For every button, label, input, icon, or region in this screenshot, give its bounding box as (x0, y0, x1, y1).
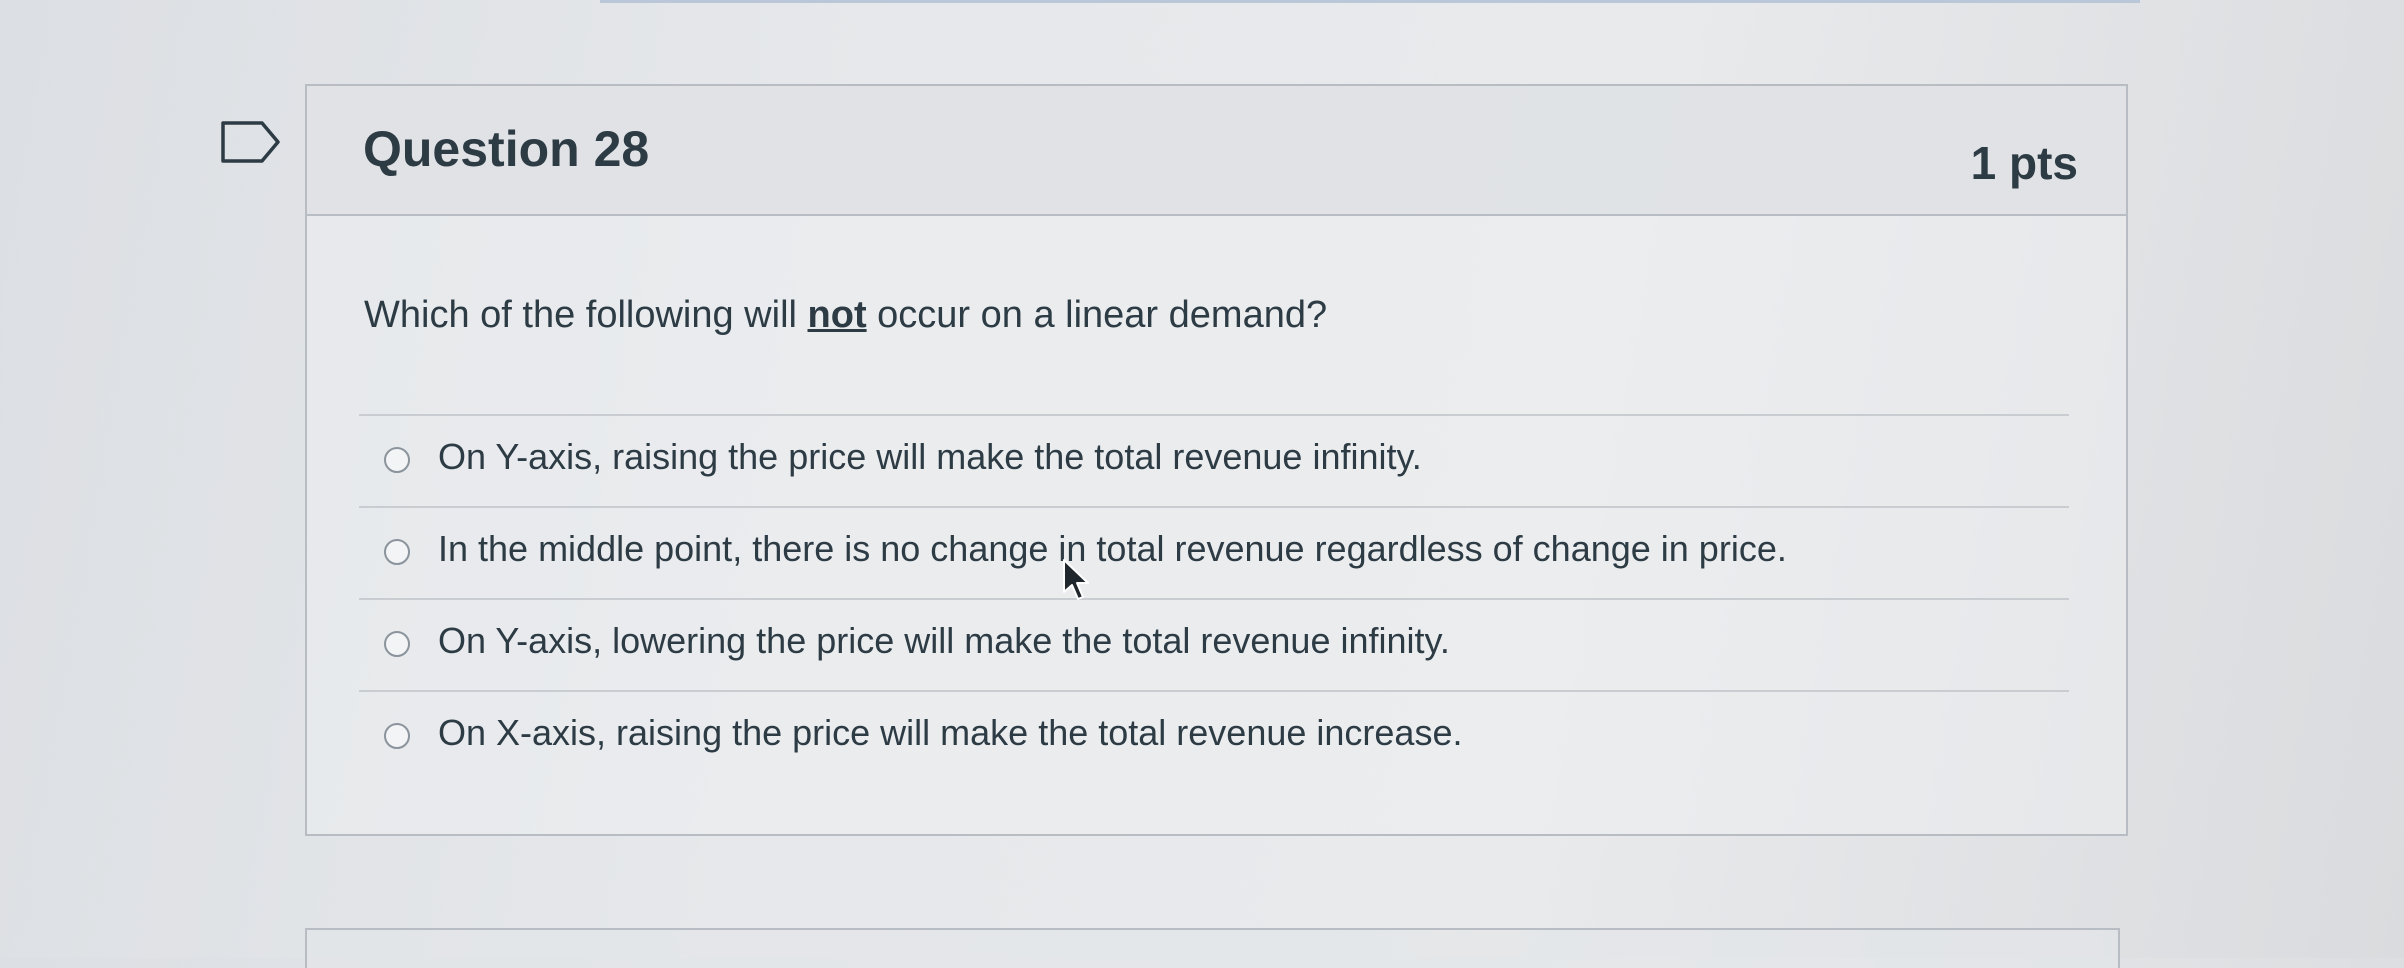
mouse-pointer-icon (1062, 558, 1092, 602)
answer-label[interactable]: On Y-axis, raising the price will make t… (438, 436, 1422, 478)
answer-option[interactable]: On X-axis, raising the price will make t… (359, 692, 2069, 782)
question-card: Question 28 1 pts Which of the following… (305, 84, 2128, 836)
question-header: Question 28 1 pts (307, 86, 2126, 216)
question-text: Which of the following will not occur on… (364, 294, 1327, 337)
radio-button-icon[interactable] (384, 447, 410, 473)
answer-list: On Y-axis, raising the price will make t… (359, 414, 2069, 782)
answer-label[interactable]: On X-axis, raising the price will make t… (438, 712, 1462, 754)
answer-option[interactable]: In the middle point, there is no change … (359, 508, 2069, 600)
question-text-start: Which of the following will (364, 294, 808, 336)
flag-question-icon[interactable] (220, 120, 282, 164)
answer-label[interactable]: In the middle point, there is no change … (438, 528, 1787, 570)
question-text-emphasis: not (807, 294, 867, 336)
next-question-card (305, 928, 2120, 968)
answer-option[interactable]: On Y-axis, lowering the price will make … (359, 600, 2069, 692)
question-title: Question 28 (363, 121, 650, 177)
radio-button-icon[interactable] (384, 723, 410, 749)
top-accent-strip (600, 0, 2140, 3)
radio-button-icon[interactable] (384, 631, 410, 657)
radio-button-icon[interactable] (384, 539, 410, 565)
question-points: 1 pts (1970, 137, 2078, 189)
question-text-end: occur on a linear demand? (866, 294, 1328, 336)
answer-label[interactable]: On Y-axis, lowering the price will make … (438, 620, 1450, 662)
answer-option[interactable]: On Y-axis, raising the price will make t… (359, 416, 2069, 508)
